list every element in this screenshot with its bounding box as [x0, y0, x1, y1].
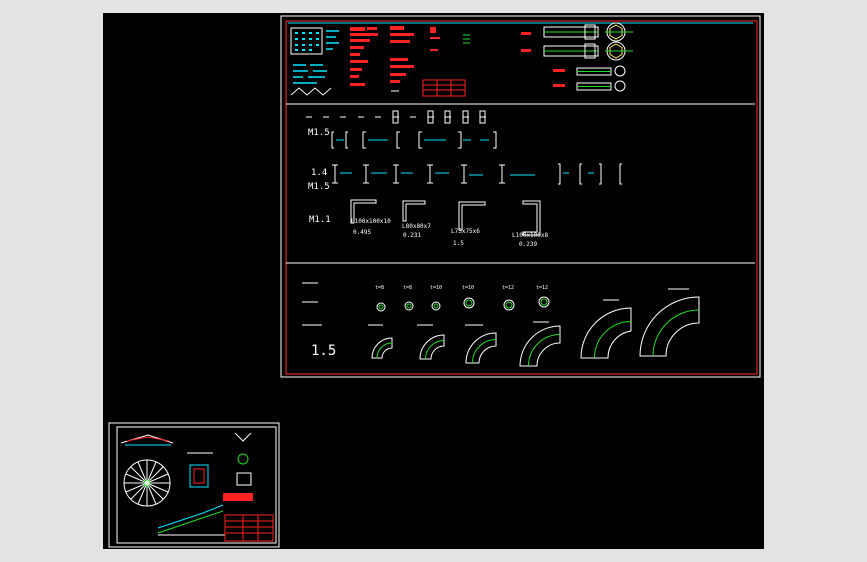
thumbnail-title-block — [224, 514, 274, 542]
angle-caption-4: L100x100x8 — [512, 232, 549, 239]
angle-sub-1: 0.495 — [353, 229, 371, 236]
pipe-tag-2: t=8 — [403, 285, 412, 291]
pipe-elbows — [371, 296, 700, 367]
cad-drawing[interactable]: M1.5 1.4 M1.5 M1.1 L100x100x10 0.495 L80… — [103, 13, 764, 549]
section-notes — [290, 22, 633, 97]
thumbnail-sheet[interactable] — [108, 422, 280, 548]
bolt-2 — [543, 41, 633, 61]
thumbnail-roof-sketch — [120, 434, 174, 446]
angle-caption-2: L80x80x7 — [402, 223, 431, 230]
red-spec-blocks — [350, 26, 565, 87]
thumbnail-inner-border — [116, 426, 277, 544]
pipe-tag-1: t=8 — [375, 285, 384, 291]
angle-caption-3: L75x75x6 — [451, 228, 480, 235]
section-sections: M1.5 1.4 M1.5 M1.1 L100x100x10 0.495 L80… — [306, 110, 622, 248]
notes-table-dots — [295, 32, 319, 51]
elbow-captions — [368, 288, 689, 326]
section-elbows: 1.5 t=8 t=8 t=10 t=10 t=12 t=12 — [302, 282, 700, 367]
i-beam-dims — [340, 172, 594, 176]
bolt-1 — [543, 22, 633, 42]
bolt-4 — [576, 80, 626, 92]
green-marks — [463, 34, 470, 44]
sheet-inner-border — [285, 20, 758, 375]
pipe-sections — [376, 296, 550, 312]
pipe-tag-5: t=12 — [502, 285, 514, 291]
channel-row-mid — [331, 131, 497, 149]
pipe-tag-6: t=12 — [536, 285, 548, 291]
angle-caption-1: L100x100x10 — [351, 218, 391, 225]
angle-sub-3: 1.5 — [453, 240, 464, 247]
angle-steel-captions: L100x100x10 0.495 L80x80x7 0.231 L75x75x… — [351, 218, 549, 248]
notes-sketch — [290, 87, 332, 96]
pipe-section-tags: t=8 t=8 t=10 t=10 t=12 t=12 — [375, 285, 548, 291]
angle-sub-4: 0.239 — [519, 241, 537, 248]
pipe-tag-3: t=10 — [430, 285, 442, 291]
channel-row-top — [306, 110, 486, 124]
pipe-tag-4: t=10 — [462, 285, 474, 291]
spec-table — [422, 79, 466, 97]
bolt-drawings — [543, 22, 633, 92]
row-label-1: M1.5 — [308, 128, 330, 138]
angle-sub-2: 0.231 — [403, 232, 421, 239]
cad-viewport[interactable]: M1.5 1.4 M1.5 M1.1 L100x100x10 0.495 L80… — [103, 13, 764, 549]
row-label-3: M1.1 — [309, 215, 331, 225]
bolt-3 — [576, 65, 626, 77]
i-beam-row — [332, 163, 622, 185]
thumbnail-details — [157, 432, 253, 536]
row-label-4: 1.5 — [311, 343, 336, 359]
row-label-2-top: 1.4 — [311, 168, 327, 178]
thumbnail-outer-border — [108, 422, 280, 548]
elbow-row-labels — [302, 282, 322, 326]
thumbnail-plan-view — [123, 459, 171, 507]
row-label-2-bottom: M1.5 — [308, 182, 330, 192]
